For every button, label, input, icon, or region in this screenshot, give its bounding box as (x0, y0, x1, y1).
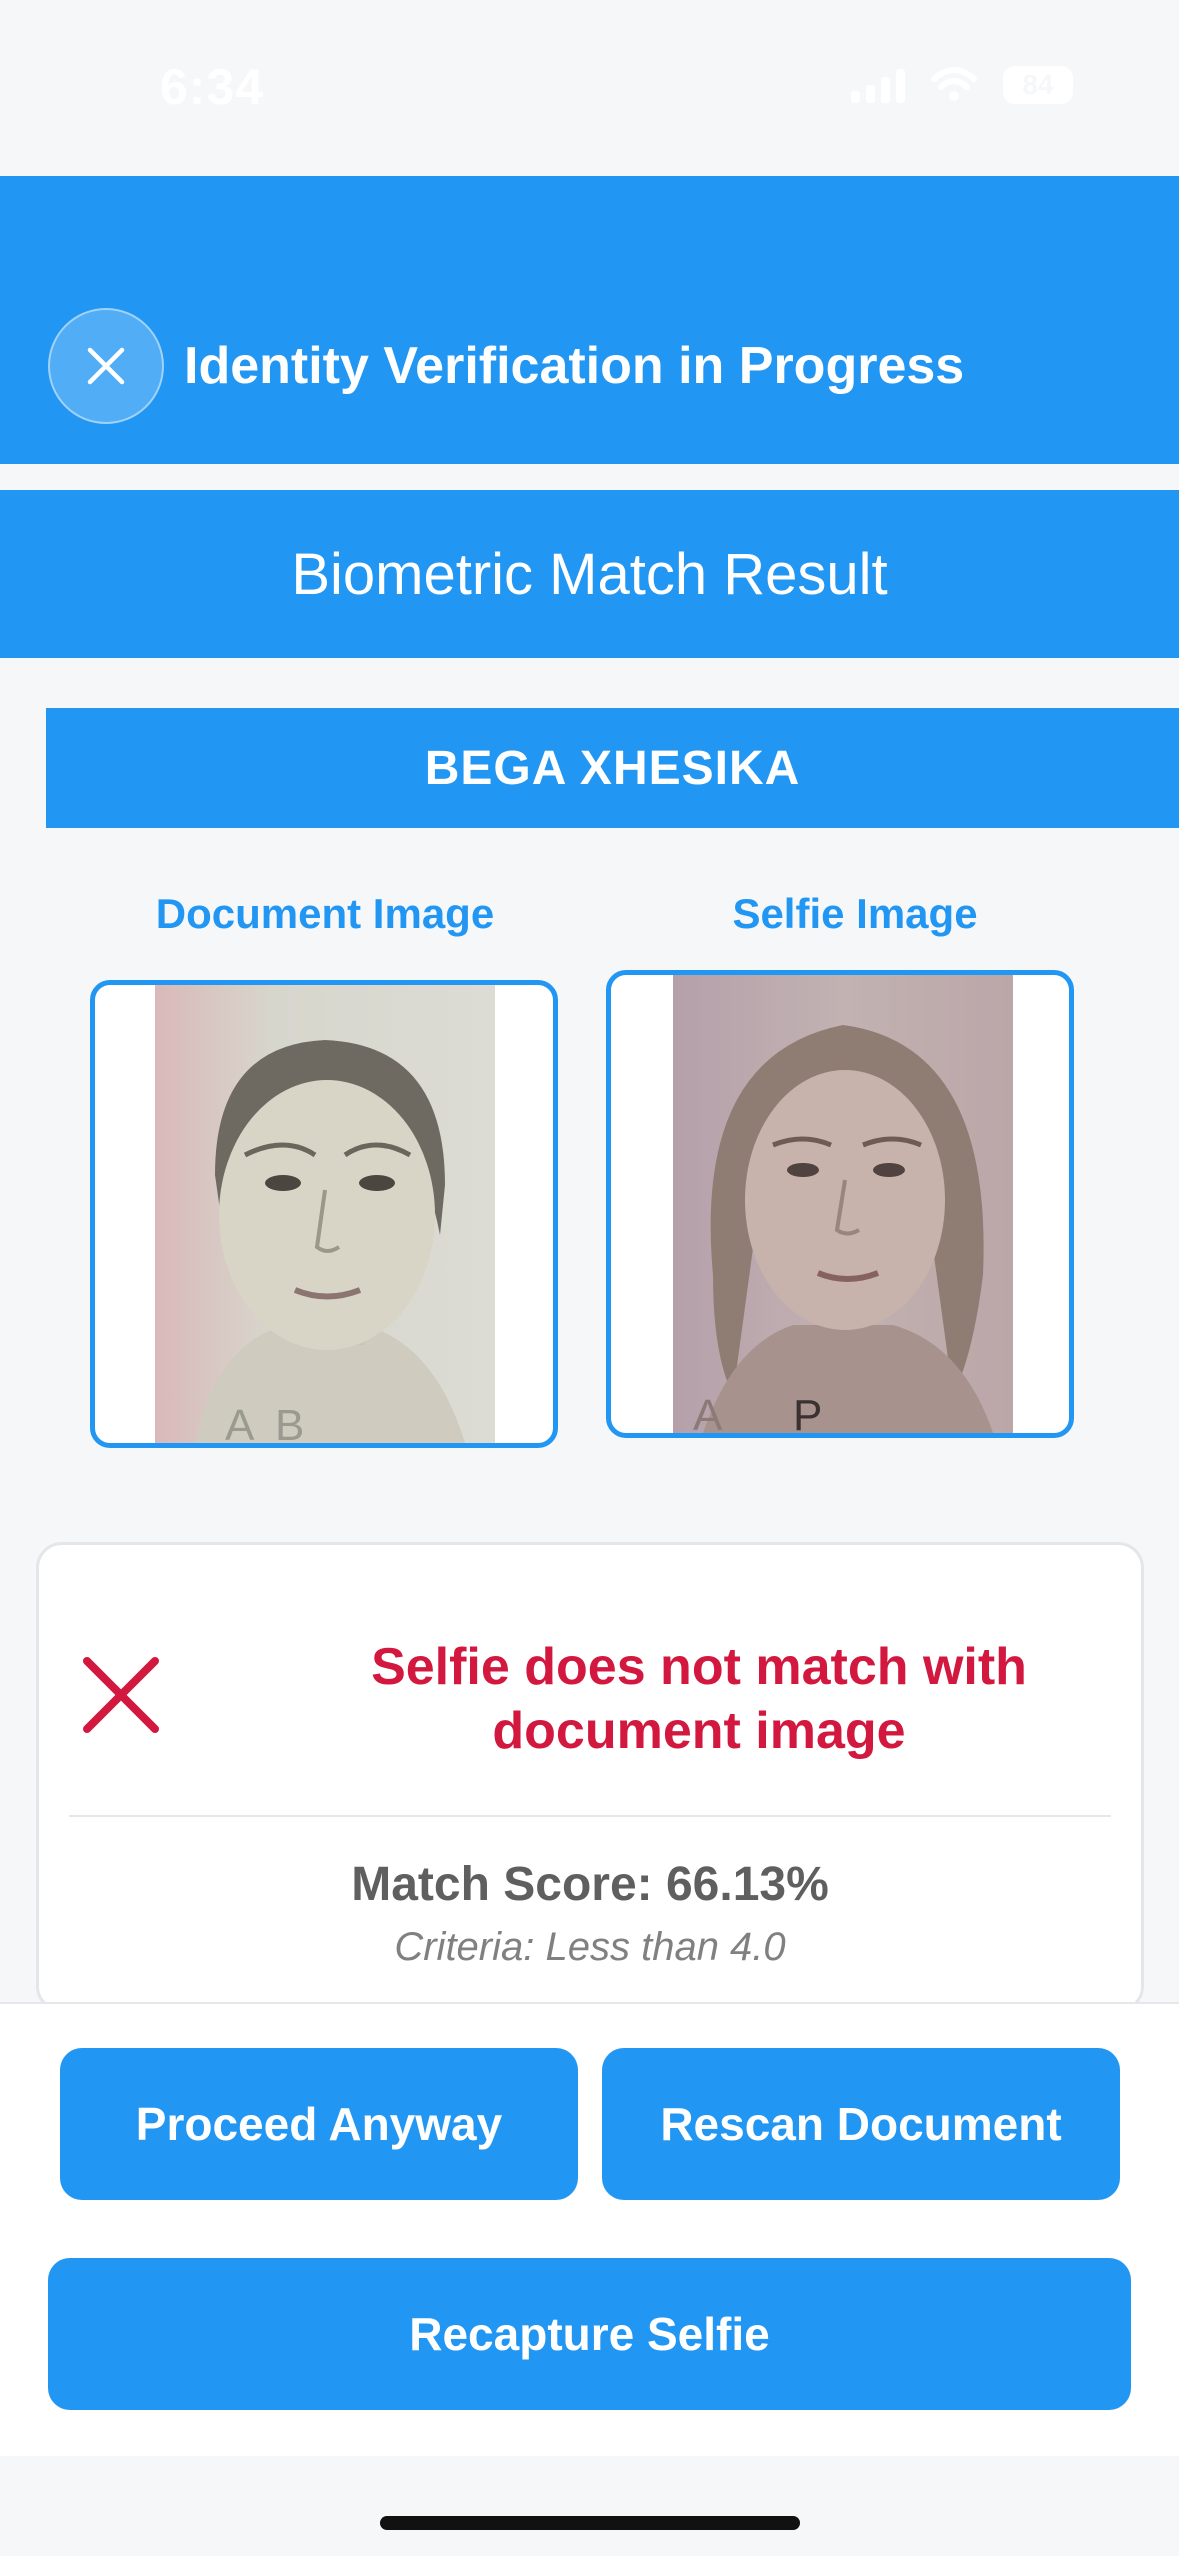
match-result-card: Selfie does not match with document imag… (36, 1542, 1144, 2012)
svg-text:P: P (793, 1391, 822, 1433)
status-bar: 6:34 84 (0, 0, 1179, 176)
document-photo: A B (155, 985, 495, 1443)
match-result-message: Selfie does not match with document imag… (371, 1638, 1027, 1760)
status-time: 6:34 (160, 59, 265, 115)
close-button[interactable] (48, 308, 164, 424)
home-indicator (380, 2516, 800, 2530)
selfie-image-frame[interactable]: A P (606, 970, 1074, 1438)
action-area: Proceed Anyway Rescan Document Recapture… (0, 2002, 1179, 2456)
section-title: Biometric Match Result (291, 541, 888, 607)
x-mark-icon (83, 1657, 159, 1733)
status-icons: 84 (851, 66, 1073, 104)
selfie-image-label: Selfie Image (732, 890, 978, 937)
selfie-photo: A P (673, 975, 1013, 1433)
recapture-selfie-button[interactable]: Recapture Selfie (48, 2258, 1131, 2410)
svg-text:A: A (225, 1401, 255, 1443)
battery-icon: 84 (1003, 66, 1073, 104)
document-image-frame[interactable]: A B (90, 980, 558, 1448)
divider (69, 1815, 1111, 1817)
document-image-label: Document Image (155, 890, 495, 937)
svg-text:B: B (275, 1401, 304, 1443)
rescan-document-button[interactable]: Rescan Document (602, 2048, 1120, 2200)
name-banner: BEGA XHESIKA (46, 708, 1179, 828)
signal-icon (851, 67, 905, 103)
match-criteria: Criteria: Less than 4.0 (394, 1925, 786, 1969)
match-score: Match Score: 66.13% (351, 1858, 829, 1911)
close-icon (87, 347, 125, 385)
wifi-icon (931, 67, 977, 103)
proceed-anyway-button[interactable]: Proceed Anyway (60, 2048, 578, 2200)
section-header: Biometric Match Result (0, 490, 1179, 658)
person-name: BEGA XHESIKA (424, 741, 801, 795)
svg-text:A: A (693, 1391, 723, 1433)
page-title: Identity Verification in Progress (184, 337, 965, 395)
app-header (0, 176, 1179, 464)
